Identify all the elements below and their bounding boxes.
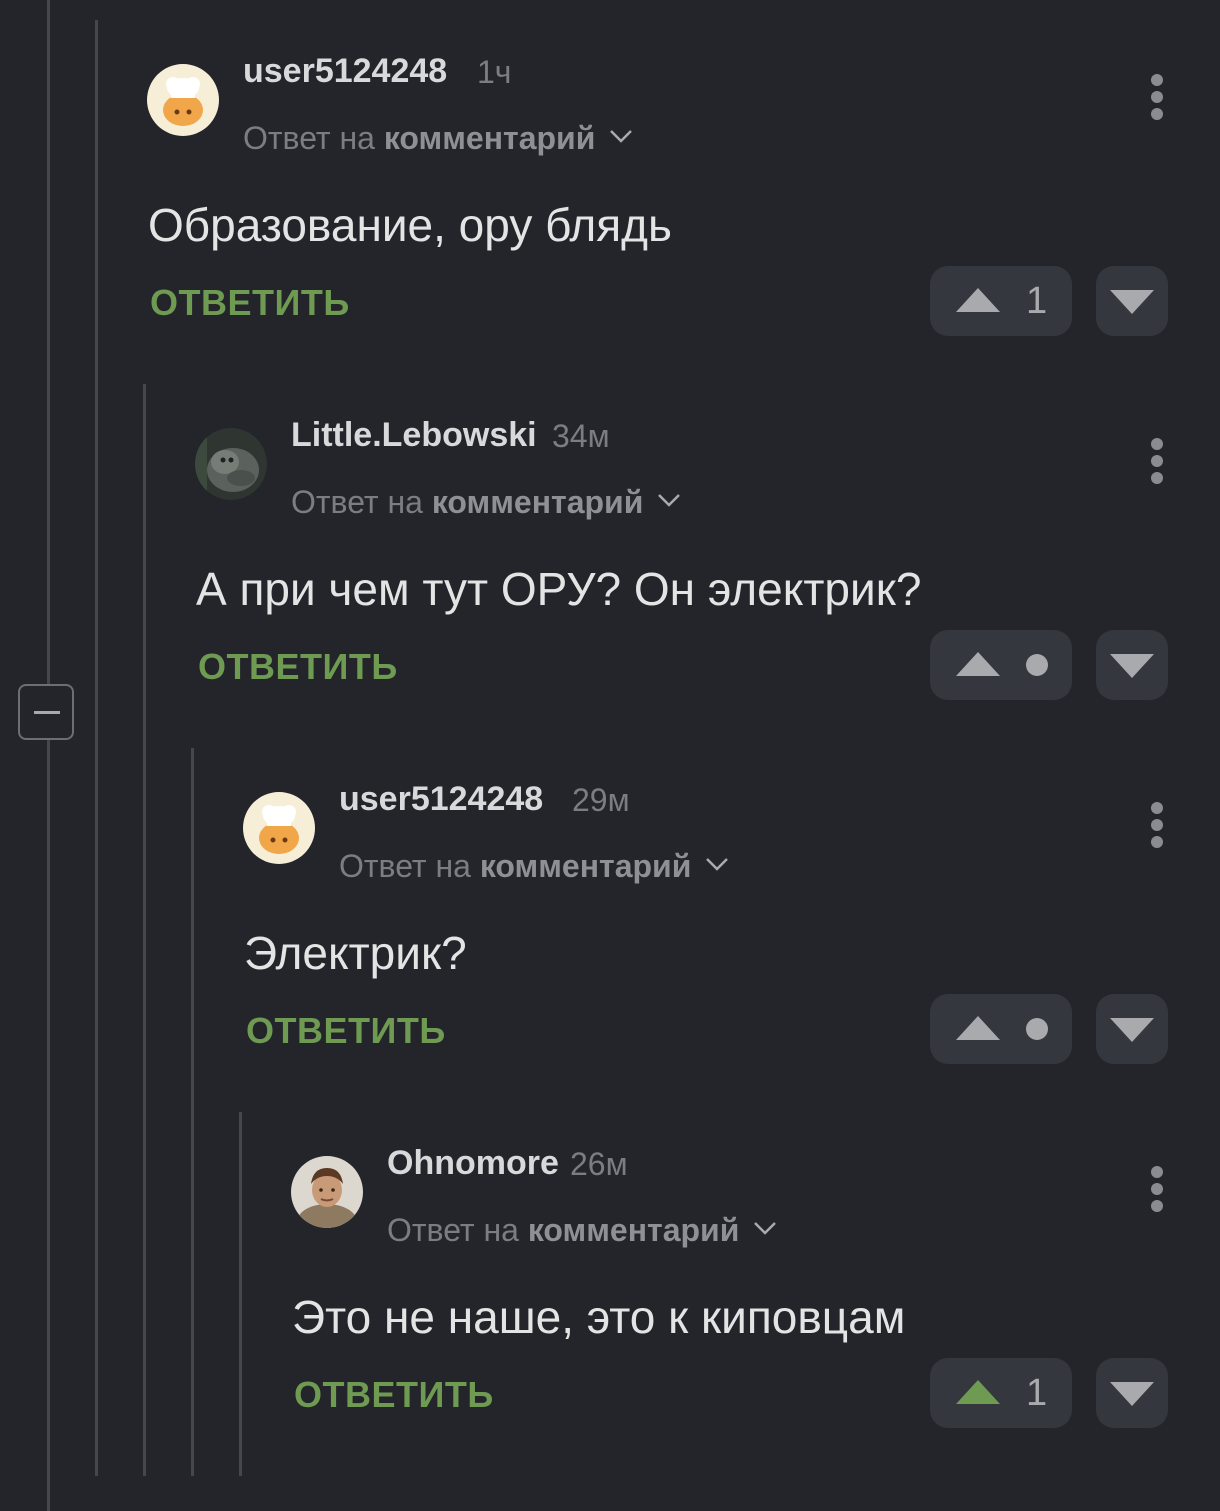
upvote-arrow-icon [956,1016,1000,1040]
username[interactable]: Little.Lebowski [291,416,537,455]
more-options-icon[interactable] [1150,74,1164,120]
comment-text: А при чем тут ОРУ? Он электрик? [196,563,922,615]
reply-button[interactable]: ОТВЕТИТЬ [198,646,398,688]
reply-button[interactable]: ОТВЕТИТЬ [150,282,350,324]
username[interactable]: user5124248 [243,52,447,91]
username[interactable]: Ohnomore [387,1144,559,1183]
reply-to-prefix: Ответ на [243,120,375,156]
reply-to-link[interactable]: Ответ на комментарий [339,842,729,885]
comment-time: 26м [570,1146,628,1182]
more-options-icon[interactable] [1150,438,1164,484]
reply-to-link[interactable]: Ответ на комментарий [243,114,633,157]
avatar[interactable] [291,1156,363,1228]
reply-button[interactable]: ОТВЕТИТЬ [294,1374,494,1416]
reply-to-link[interactable]: Ответ на комментарий [387,1206,777,1249]
upvote-button[interactable]: 1 [930,1358,1072,1428]
reply-to-target[interactable]: комментарий [432,484,644,520]
upvote-button[interactable] [930,630,1072,700]
more-options-icon[interactable] [1150,1166,1164,1212]
comment: Little.Lebowski 34м Ответ на комментарий… [0,364,1220,728]
reply-to-target[interactable]: комментарий [384,120,596,156]
rating-dot-icon [1026,654,1048,676]
downvote-arrow-icon [1110,654,1154,678]
chef-hat-avatar-icon [243,792,315,864]
reply-button[interactable]: ОТВЕТИТЬ [246,1010,446,1052]
rating-count: 1 [1026,1372,1048,1414]
animal-photo-avatar-icon [195,428,267,500]
comment-time: 1ч [477,54,512,90]
avatar[interactable] [243,792,315,864]
comment-text: Это не наше, это к киповцам [292,1291,906,1343]
upvote-arrow-icon [956,288,1000,312]
reply-to-target[interactable]: комментарий [480,848,692,884]
chef-hat-avatar-icon [147,64,219,136]
downvote-button[interactable] [1096,994,1168,1064]
reply-to-link[interactable]: Ответ на комментарий [291,478,681,521]
reply-to-prefix: Ответ на [291,484,423,520]
reply-to-prefix: Ответ на [339,848,471,884]
downvote-button[interactable] [1096,630,1168,700]
more-options-icon[interactable] [1150,802,1164,848]
username[interactable]: user5124248 [339,780,543,819]
chevron-down-icon[interactable] [609,114,633,151]
upvote-arrow-icon [956,1380,1000,1404]
comment-text: Образование, ору блядь [148,199,672,251]
upvote-button[interactable]: 1 [930,266,1072,336]
downvote-button[interactable] [1096,1358,1168,1428]
comment-time: 29м [572,782,630,818]
avatar[interactable] [195,428,267,500]
downvote-arrow-icon [1110,1382,1154,1406]
comment-text: Электрик? [244,927,467,979]
chevron-down-icon[interactable] [657,478,681,515]
reply-to-prefix: Ответ на [387,1212,519,1248]
comment: user5124248 1ч Ответ на комментарий Обра… [0,0,1220,364]
downvote-arrow-icon [1110,1018,1154,1042]
rating-dot-icon [1026,1018,1048,1040]
reply-to-target[interactable]: комментарий [528,1212,740,1248]
person-photo-avatar-icon [291,1156,363,1228]
rating-count: 1 [1026,280,1048,322]
comment-time: 34м [552,418,610,454]
avatar[interactable] [147,64,219,136]
downvote-button[interactable] [1096,266,1168,336]
downvote-arrow-icon [1110,290,1154,314]
upvote-arrow-icon [956,652,1000,676]
chevron-down-icon[interactable] [753,1206,777,1243]
chevron-down-icon[interactable] [705,842,729,879]
comment: user5124248 29м Ответ на комментарий Эле… [0,728,1220,1092]
comment: Ohnomore 26м Ответ на комментарий Это не… [0,1092,1220,1456]
upvote-button[interactable] [930,994,1072,1064]
